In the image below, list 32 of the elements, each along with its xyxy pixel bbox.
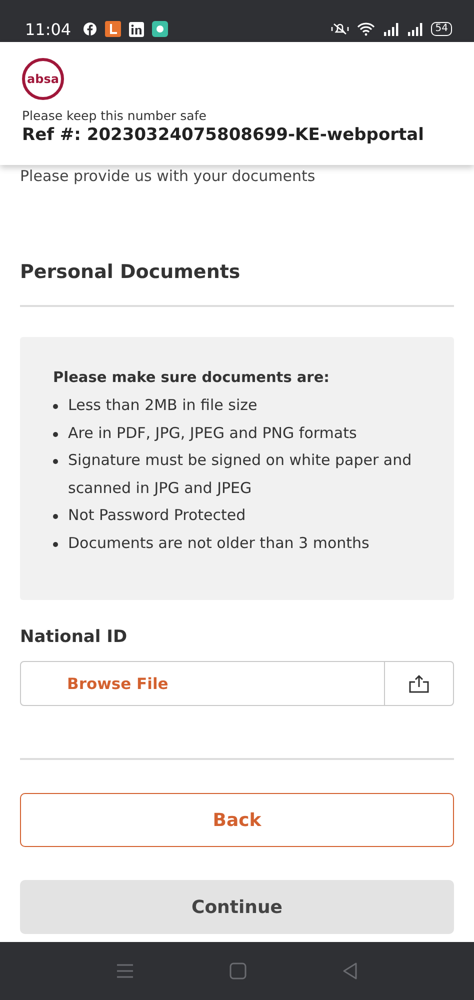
signal-icon — [407, 22, 424, 36]
reference-number: Ref #: 20230324075808699-KE-webportal — [22, 125, 425, 145]
requirement-text: Signature must be signed on white paper and scanned in JPG and JPEG — [68, 450, 413, 498]
bullet-icon — [53, 542, 58, 546]
bullet-icon — [53, 514, 58, 519]
bullet-icon — [53, 459, 58, 464]
action-button[interactable]: Back — [20, 793, 454, 847]
logo: absa — [22, 58, 64, 100]
requirement-text: Documents are not older than 3 months — [68, 532, 370, 554]
bullet-icon — [53, 404, 58, 409]
field-label: National ID — [20, 627, 128, 647]
app-icon — [105, 21, 122, 37]
bullet-icon — [53, 432, 58, 436]
file-upload-field[interactable]: Browse File — [20, 661, 454, 706]
battery-level: 54 — [431, 22, 452, 36]
requirement-text: Are in PDF, JPG, JPEG and PNG formats — [68, 422, 357, 444]
section-title: Personal Documents — [20, 261, 242, 283]
requirements-title: Please make sure documents are: — [53, 370, 330, 386]
signal-icon — [383, 22, 400, 36]
chat-icon — [152, 21, 168, 37]
intro-text: Please provide us with your documents — [20, 167, 316, 185]
reference-note: Please keep this number safe — [22, 108, 208, 123]
requirement-text: Less than 2MB in file size — [68, 395, 258, 416]
browse-file-link[interactable]: Browse File — [21, 662, 384, 705]
mute-icon — [331, 22, 350, 36]
menu-icon[interactable] — [116, 963, 134, 979]
requirement-text: Not Password Protected — [68, 505, 246, 526]
back-icon[interactable] — [342, 962, 358, 980]
upload-icon[interactable] — [408, 674, 430, 694]
home-icon[interactable] — [229, 962, 247, 980]
clock: 11:04 — [25, 20, 72, 38]
wifi-icon — [357, 22, 376, 36]
